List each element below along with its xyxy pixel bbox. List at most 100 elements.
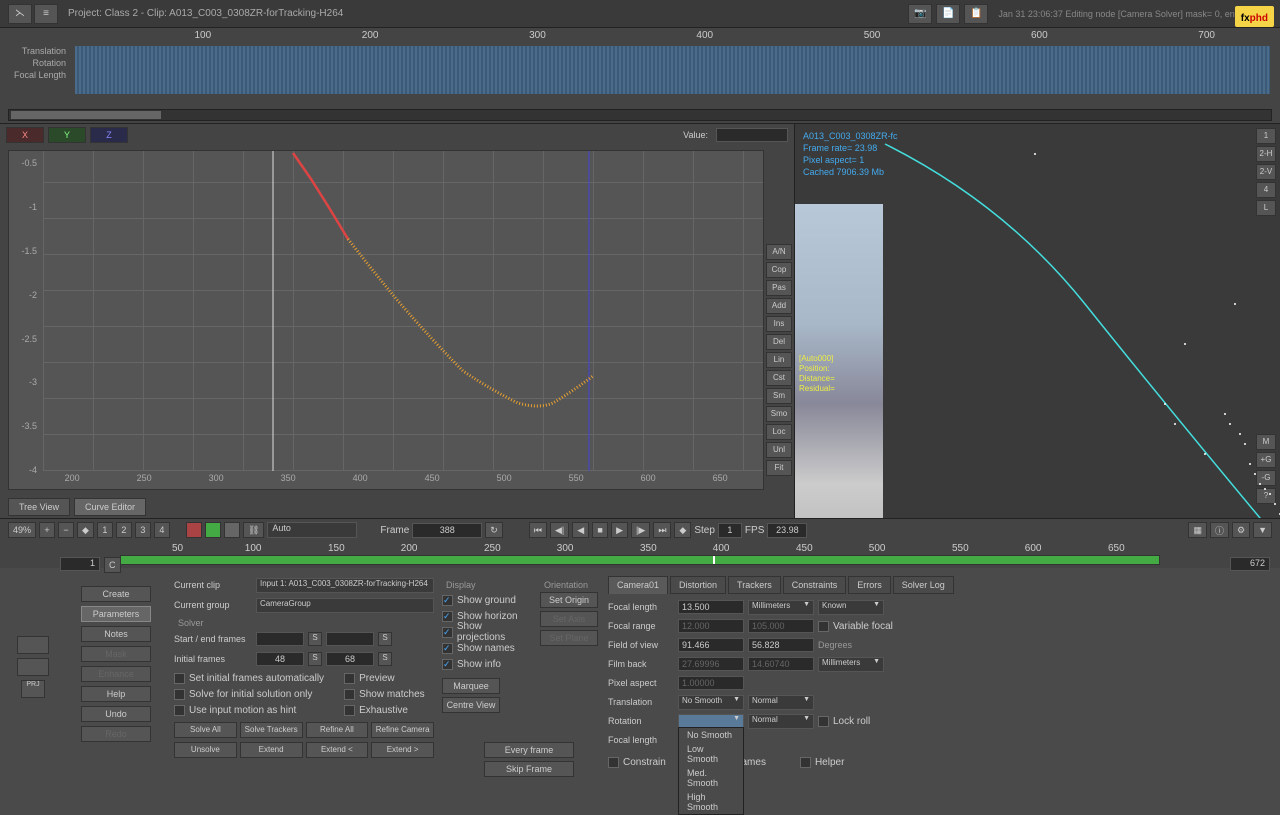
show-proj-check[interactable] [442,627,453,638]
aspect-input[interactable] [678,676,744,690]
fov1-input[interactable] [678,638,744,652]
redo-button[interactable]: Redo [81,726,151,742]
node-icon-2[interactable] [17,658,49,676]
skip-frame-button[interactable]: Skip Frame [484,761,574,777]
show-horizon-check[interactable] [442,611,453,622]
axis-y-button[interactable]: Y [48,127,86,143]
color-red-icon[interactable] [186,522,202,538]
film2-input[interactable] [748,657,814,671]
every-frame-button[interactable]: Every frame [484,742,574,758]
auto-dropdown[interactable]: Auto [267,522,357,538]
focal-input[interactable] [678,600,744,614]
btn-cop[interactable]: Cop [766,262,792,278]
vp-layout-1[interactable]: 1 [1256,128,1276,144]
go-start-icon[interactable]: ⏮ [529,522,547,538]
marquee-button[interactable]: Marquee [442,678,500,694]
s-btn-2[interactable]: S [378,632,392,646]
value-input[interactable] [716,128,788,142]
notes-button[interactable]: Notes [81,626,151,642]
num-4[interactable]: 4 [154,522,170,538]
btn-cst[interactable]: Cst [766,370,792,386]
tab-constraints[interactable]: Constraints [783,576,847,594]
solve-all-button[interactable]: Solve All [174,722,237,738]
play-icon[interactable]: ▶ [611,522,628,538]
num-2[interactable]: 2 [116,522,132,538]
use-hint-check[interactable] [174,705,185,716]
help-button[interactable]: Help [81,686,151,702]
matches-check[interactable] [344,689,355,700]
tab-camera01[interactable]: Camera01 [608,576,668,594]
range2-input[interactable] [748,619,814,633]
btn-del[interactable]: Del [766,334,792,350]
range1-input[interactable] [678,619,744,633]
undo-button[interactable]: Undo [81,706,151,722]
key-icon[interactable]: ◆ [77,522,94,538]
parameters-button[interactable]: Parameters [81,606,151,622]
solve-trackers-button[interactable]: Solve Trackers [240,722,303,738]
tab-tree-view[interactable]: Tree View [8,498,70,516]
var-focal-check[interactable] [818,621,829,632]
step-input[interactable] [718,523,742,538]
btn-fit[interactable]: Fit [766,460,792,476]
list-mode-icon[interactable]: ≡ [34,4,58,24]
num-1[interactable]: 1 [97,522,113,538]
timeline-start[interactable]: 1 [60,557,100,571]
zoom-display[interactable]: 49% [8,522,36,538]
doc-icon[interactable]: 📄 [936,4,960,24]
fov2-input[interactable] [748,638,814,652]
axis-x-button[interactable]: X [6,127,44,143]
stop-icon[interactable]: ■ [592,522,608,538]
vp-m[interactable]: M [1256,434,1276,450]
trans-mode-dd[interactable]: Normal [748,695,814,710]
show-info-check[interactable] [442,659,453,670]
tl-opt2-icon[interactable]: ⓘ [1210,522,1229,538]
film1-input[interactable] [678,657,744,671]
btn-ins[interactable]: Ins [766,316,792,332]
rot-mode-dd[interactable]: Normal [748,714,814,729]
show-names-check[interactable] [442,643,453,654]
vp-layout-2v[interactable]: 2-V [1256,164,1276,180]
step-back-icon[interactable]: ◀| [550,522,569,538]
playhead[interactable] [713,556,715,564]
btn-loc[interactable]: Loc [766,424,792,440]
tl-opt1-icon[interactable]: ▦ [1188,522,1207,538]
c-button[interactable]: C [104,557,121,573]
camera-icon[interactable]: 📷 [908,4,932,24]
start-frame-input[interactable] [256,632,304,646]
dd-no-smooth[interactable]: No Smooth [679,728,743,742]
timeline-ruler[interactable]: 50100 150200 250300 350400 450500 550600… [120,543,1160,567]
go-end-icon[interactable]: ⏭ [653,522,671,538]
tab-distortion[interactable]: Distortion [670,576,726,594]
zoom-in-icon[interactable]: + [39,522,55,538]
tab-solver-log[interactable]: Solver Log [893,576,954,594]
initial1-input[interactable] [256,652,304,666]
focal-unit-dd[interactable]: Millimeters [748,600,814,615]
viewport-3d[interactable]: A013_C003_0308ZR-fc Frame rate= 23.98 Pi… [795,124,1280,518]
refine-camera-button[interactable]: Refine Camera [371,722,434,738]
chain-icon[interactable]: ⛓ [243,522,264,538]
tab-errors[interactable]: Errors [848,576,891,594]
axis-z-button[interactable]: Z [90,127,128,143]
num-3[interactable]: 3 [135,522,151,538]
lock-roll-check[interactable] [818,716,829,727]
zoom-out-icon[interactable]: − [58,522,74,538]
prj-icon[interactable]: PRJ [21,680,45,698]
frame-input[interactable] [412,523,482,538]
vp-help[interactable]: ? [1256,488,1276,504]
set-auto-check[interactable] [174,673,185,684]
s-btn-1[interactable]: S [308,632,322,646]
preview-check[interactable] [344,673,355,684]
step-fwd-icon[interactable]: |▶ [631,522,650,538]
solve-initial-check[interactable] [174,689,185,700]
create-button[interactable]: Create [81,586,151,602]
vp-layout-4[interactable]: 4 [1256,182,1276,198]
tl-opt3-icon[interactable]: ⚙ [1232,522,1250,538]
mask-button[interactable]: Mask [81,646,151,662]
set-plane-button[interactable]: Set Plane [540,630,598,646]
exhaustive-check[interactable] [344,705,355,716]
color-gray-icon[interactable] [224,522,240,538]
key-nav-icon[interactable]: ◆ [674,522,691,538]
timeline-track[interactable] [120,555,1160,565]
btn-lin[interactable]: Lin [766,352,792,368]
set-origin-button[interactable]: Set Origin [540,592,598,608]
